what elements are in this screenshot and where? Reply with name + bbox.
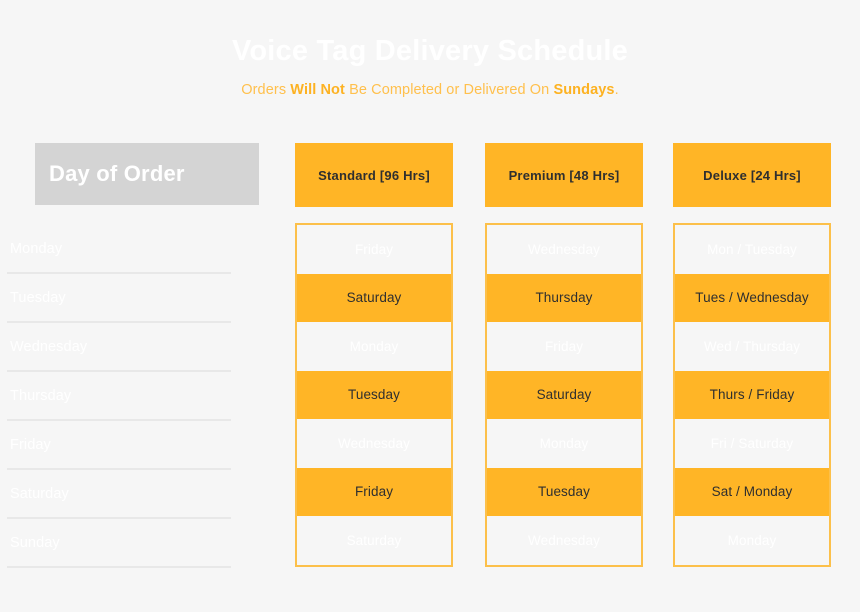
day-row-label: Thursday [10,387,72,404]
service-header-deluxe: Deluxe [24 Hrs] [673,143,831,207]
service-cell-label: Saturday [536,387,592,403]
service-cell-label: Tuesday [538,484,590,500]
service-cell: Tues / Wednesday [675,273,829,322]
page-title: Voice Tag Delivery Schedule [232,35,628,67]
service-cell: Fri / Saturday [675,419,829,468]
subtitle-emphasis-sundays: Sundays [553,82,615,98]
subtitle-emphasis-will-not: Will Not [290,82,345,98]
service-cell: Thurs / Friday [675,370,829,419]
service-cell: Friday [487,322,641,371]
service-cell: Tuesday [297,370,451,419]
day-row: Monday [7,225,231,274]
page-subtitle: Orders Will Not Be Completed or Delivere… [0,80,860,100]
service-cell: Thursday [487,273,641,322]
service-cell: Monday [487,419,641,468]
service-cell: Monday [297,322,451,371]
subtitle-part-2: Be Completed or Delivered On [344,82,554,98]
service-header-premium: Premium [48 Hrs] [485,143,643,207]
day-row-label: Sunday [10,534,60,551]
service-cell: Tuesday [487,467,641,516]
day-row: Tuesday [7,274,231,323]
service-cell-label: Wednesday [528,532,600,548]
service-cell-label: Wed / Thursday [703,338,801,354]
service-cell: Friday [297,467,451,516]
service-cell: Wed / Thursday [675,322,829,371]
service-cell: Sat / Monday [675,467,829,516]
service-cell: Saturday [297,516,451,565]
day-row-label: Wednesday [10,338,88,355]
service-column-premium: Premium [48 Hrs] Wednesday Thursday Friday… [485,143,643,567]
service-cell-label: Wednesday [338,435,410,451]
day-of-order-header: Day of Order [35,143,259,205]
service-cell-label: Monday [727,532,777,548]
service-cell: Wednesday [487,516,641,565]
day-row-label: Monday [10,240,63,257]
day-row: Friday [7,421,231,470]
service-body-deluxe: Mon / Tuesday Tues / Wednesday Wed / Thurs… [673,223,831,567]
day-row-label: Friday [10,436,51,453]
day-row-label: Tuesday [10,289,66,306]
service-cell-label: Tuesday [348,387,400,403]
service-header-standard: Standard [96 Hrs] [295,143,453,207]
service-cell-label: Fri / Saturday [710,435,794,451]
day-of-order-list: Monday Tuesday Wednesday Thursday Friday Satu… [7,225,231,568]
service-cell: Mon / Tuesday [675,225,829,274]
service-header-label-standard: Standard [96 Hrs] [318,167,430,183]
day-of-order-header-label: Day of Order [49,161,185,186]
service-header-label-deluxe: Deluxe [24 Hrs] [703,167,801,183]
day-of-order-column: Day of Order [35,143,259,205]
service-cell-label: Tues / Wednesday [695,290,809,306]
service-body-standard: Friday Saturday Monday Tuesday Wednesday Frid… [295,223,453,567]
service-cell: Wednesday [297,419,451,468]
day-row: Saturday [7,470,231,519]
service-cell: Friday [297,225,451,274]
service-cell-label: Wednesday [528,241,600,257]
service-cell-label: Friday [544,338,584,354]
service-cell-label: Saturday [346,290,402,306]
day-row: Wednesday [7,323,231,372]
service-cell: Saturday [487,370,641,419]
service-cell-label: Monday [539,435,589,451]
service-cell-label: Friday [354,241,394,257]
subtitle-part-1: Orders [241,82,291,98]
service-cell-label: Thursday [535,290,593,306]
service-cell-label: Mon / Tuesday [707,241,797,257]
service-cell-label: Thurs / Friday [709,387,795,403]
schedule-table: Day of Order Monday Tuesday Wednesday Thurs… [0,143,860,573]
subtitle-part-3: . [614,82,619,98]
service-cell: Wednesday [487,225,641,274]
service-cell: Saturday [297,273,451,322]
service-column-standard: Standard [96 Hrs] Friday Saturday Monday Tu… [295,143,453,567]
schedule-page: Voice Tag Delivery Schedule Orders Will … [0,0,860,612]
service-header-label-premium: Premium [48 Hrs] [508,167,620,183]
service-body-premium: Wednesday Thursday Friday Saturday Monday Tue… [485,223,643,567]
service-cell-label: Saturday [346,532,402,548]
service-cell-label: Sat / Monday [711,484,793,500]
service-column-deluxe: Deluxe [24 Hrs] Mon / Tuesday Tues / Wedn… [673,143,831,567]
day-row: Thursday [7,372,231,421]
service-cell-label: Friday [354,484,394,500]
service-cell: Monday [675,516,829,565]
day-row: Sunday [7,519,231,568]
header-block: Voice Tag Delivery Schedule Orders Will … [0,32,860,100]
service-cell-label: Monday [349,338,399,354]
day-row-label: Saturday [10,485,69,502]
